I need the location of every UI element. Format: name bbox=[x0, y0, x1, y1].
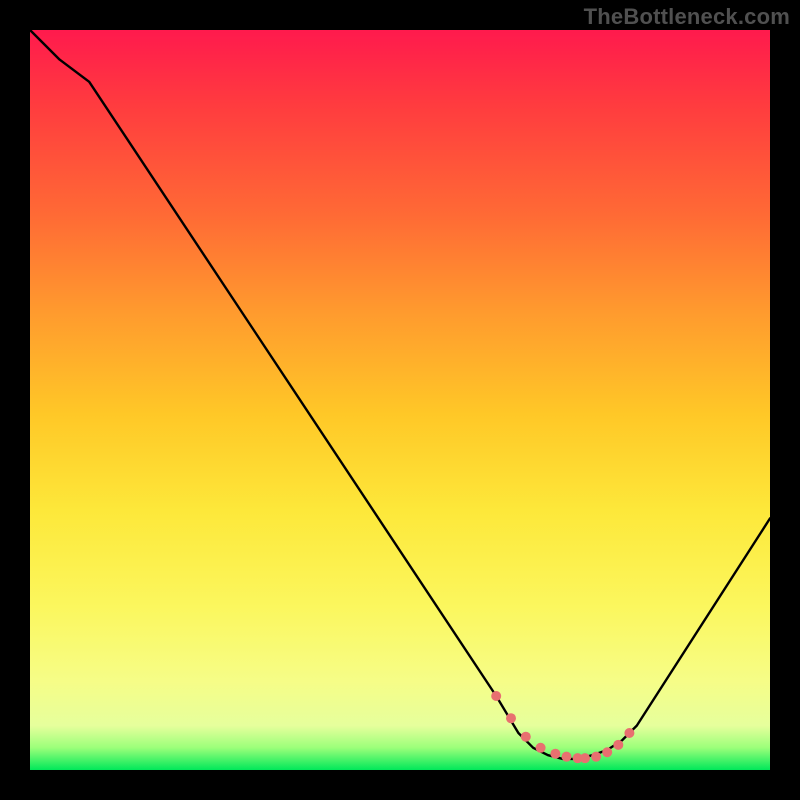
optimal-dot bbox=[602, 747, 612, 757]
optimal-dot bbox=[580, 753, 590, 763]
chart-svg bbox=[30, 30, 770, 770]
optimal-dot bbox=[591, 752, 601, 762]
optimal-dot bbox=[624, 728, 634, 738]
optimal-dot bbox=[506, 713, 516, 723]
optimal-dot bbox=[562, 752, 572, 762]
bottleneck-curve-path bbox=[30, 30, 770, 759]
chart-frame: TheBottleneck.com bbox=[0, 0, 800, 800]
watermark-text: TheBottleneck.com bbox=[584, 4, 790, 30]
optimal-dot bbox=[521, 732, 531, 742]
plot-area bbox=[30, 30, 770, 770]
optimal-dot bbox=[491, 691, 501, 701]
optimal-dot bbox=[550, 749, 560, 759]
optimal-dot bbox=[613, 740, 623, 750]
optimal-range-dots bbox=[491, 691, 634, 763]
optimal-dot bbox=[536, 743, 546, 753]
